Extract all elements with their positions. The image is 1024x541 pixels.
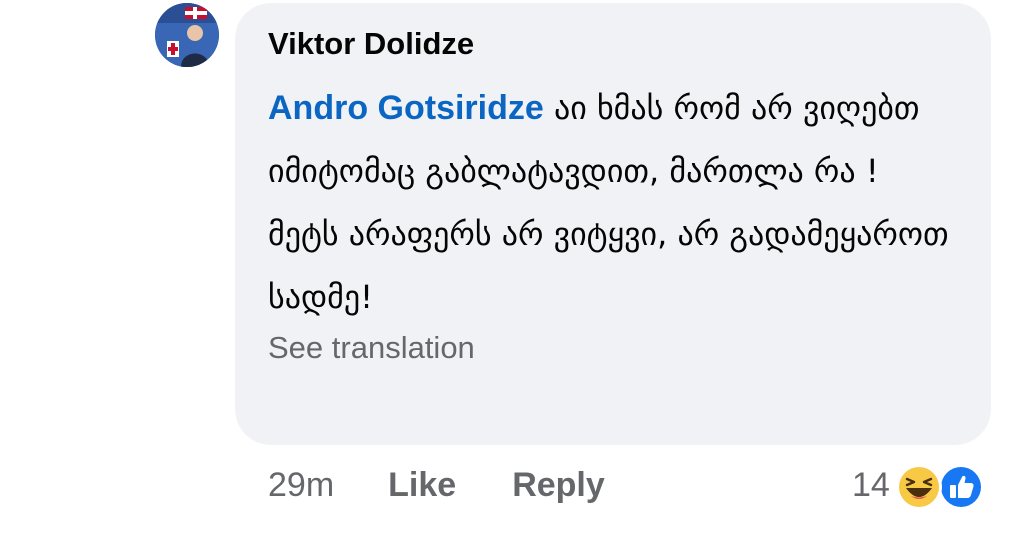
comment-timestamp[interactable]: 29m xyxy=(268,466,334,505)
like-reaction-icon xyxy=(937,464,984,510)
avatar-image xyxy=(155,3,219,67)
mention-link[interactable]: Andro Gotsiridze xyxy=(268,89,544,127)
reaction-icons xyxy=(895,462,986,510)
reaction-count: 14 xyxy=(852,465,890,504)
comment: Viktor Dolidze Andro Gotsiridze აი ხმას … xyxy=(0,0,1024,541)
reply-button[interactable]: Reply xyxy=(512,466,605,505)
like-button[interactable]: Like xyxy=(388,466,456,505)
see-translation-link[interactable]: See translation xyxy=(268,329,961,367)
haha-icon xyxy=(895,464,942,510)
comment-actions: 29m Like Reply xyxy=(268,462,605,508)
comment-text: Andro Gotsiridze აი ხმას რომ არ ვიღებთ ი… xyxy=(268,77,958,329)
comment-bubble: Viktor Dolidze Andro Gotsiridze აი ხმას … xyxy=(235,3,991,445)
avatar[interactable] xyxy=(155,3,219,67)
comment-author[interactable]: Viktor Dolidze xyxy=(268,26,961,62)
reactions-summary[interactable]: 14 xyxy=(852,462,986,510)
